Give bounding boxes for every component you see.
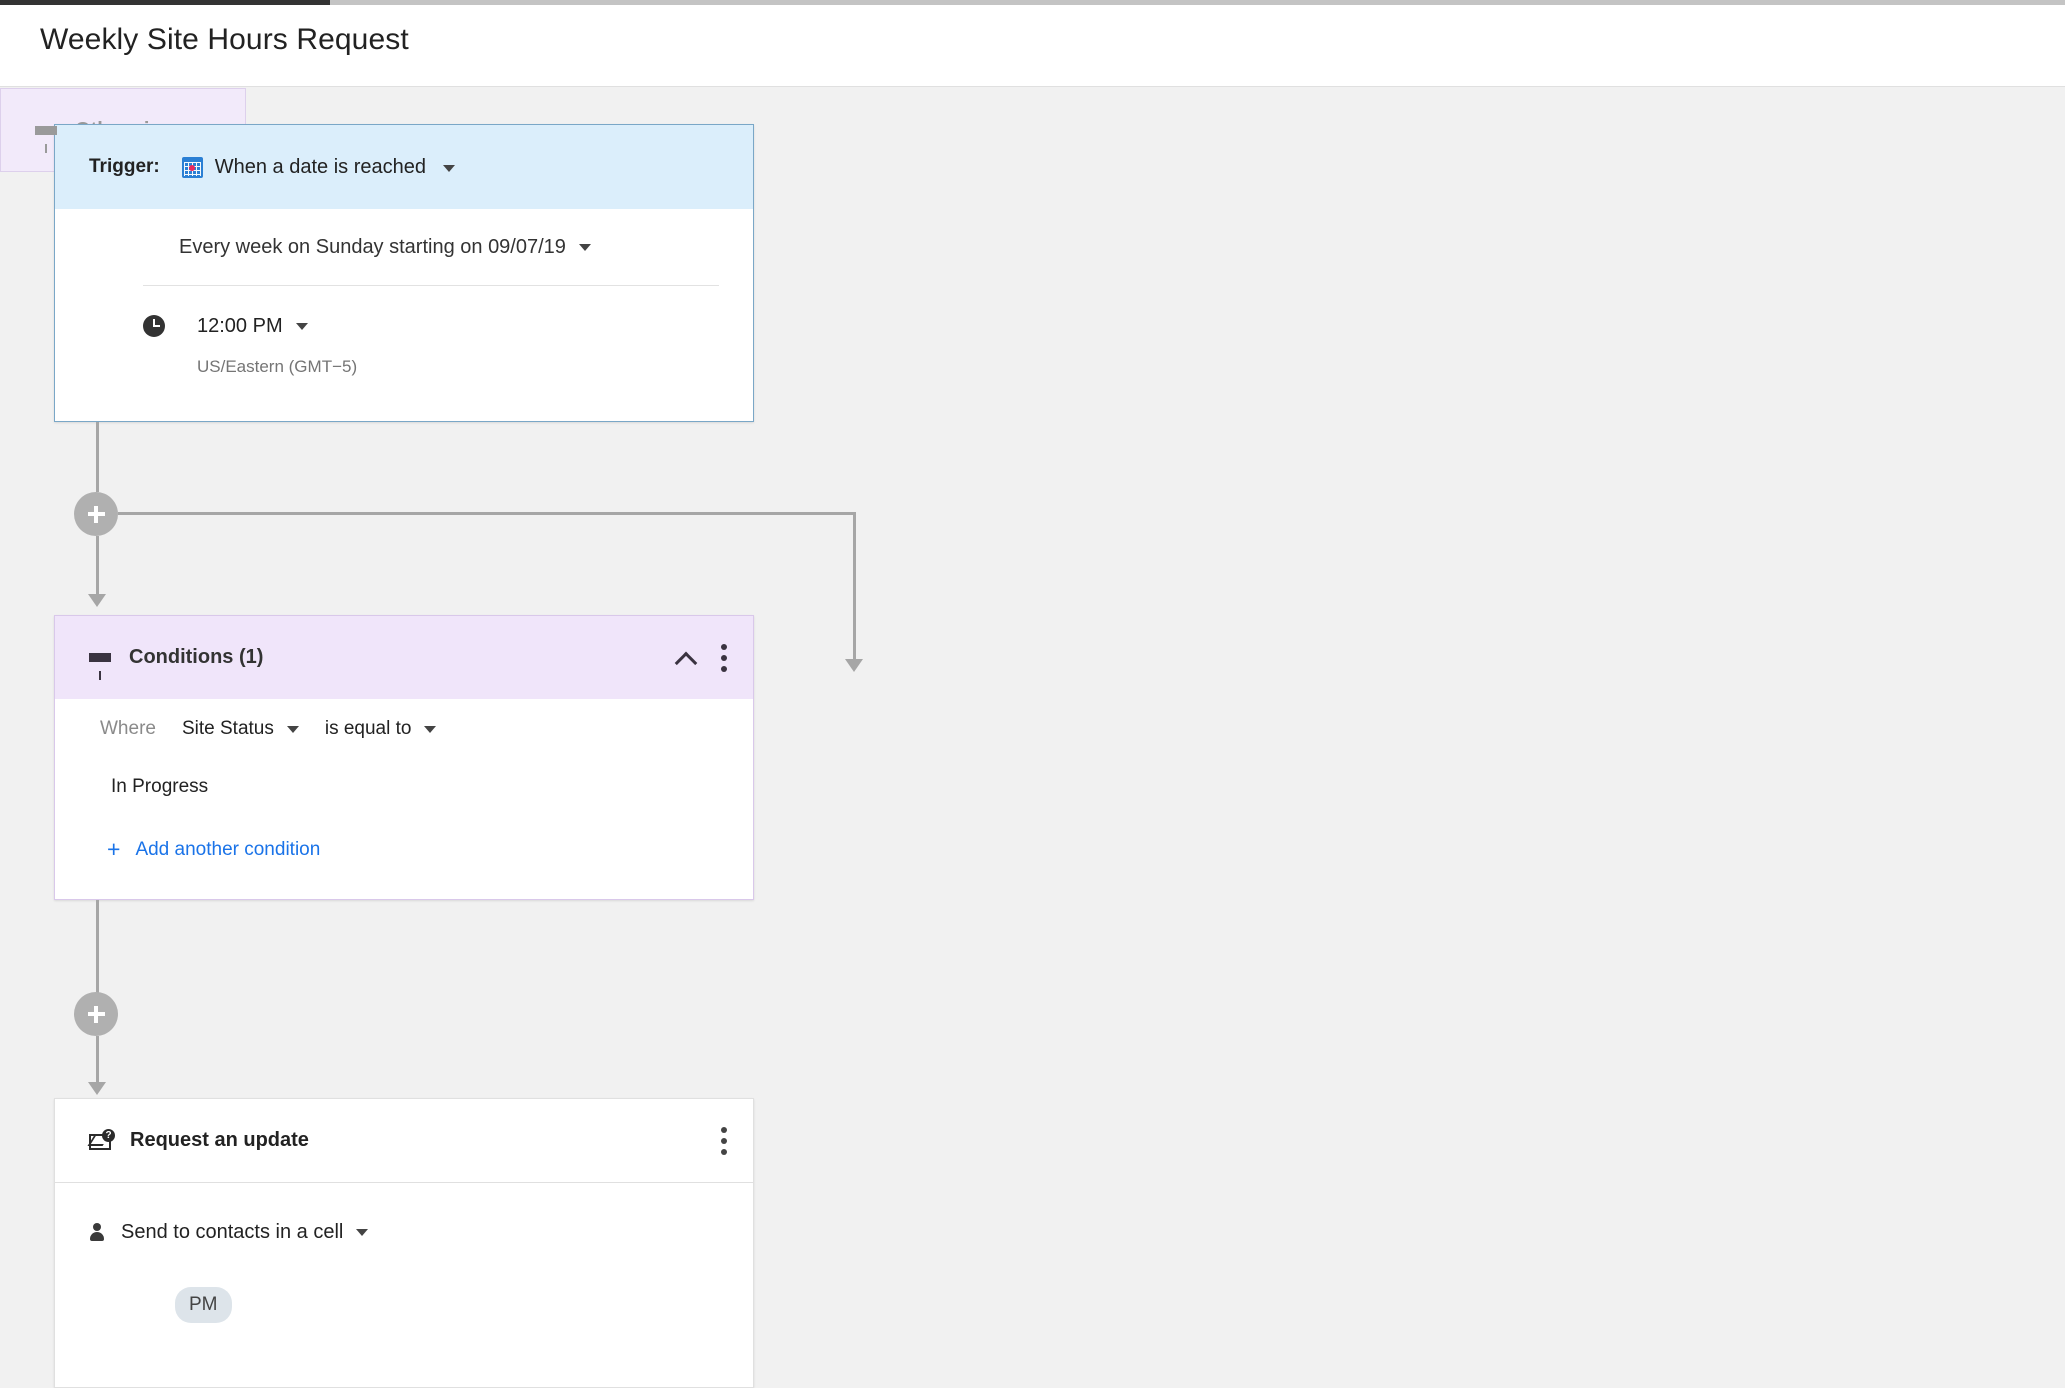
add-another-condition-button[interactable]: + Add another condition — [107, 838, 320, 861]
clock-icon — [143, 315, 165, 337]
trigger-time-dropdown[interactable]: 12:00 PM — [55, 300, 753, 352]
connector-trigger-to-branch — [96, 422, 99, 492]
condition-row: Where Site Status is equal to — [55, 718, 753, 740]
chevron-down-icon — [295, 322, 308, 330]
condition-value[interactable]: In Progress — [111, 776, 208, 798]
request-update-card[interactable]: ? Request an update Send to contacts in … — [54, 1098, 754, 1388]
send-to-value: Send to contacts in a cell — [121, 1221, 344, 1243]
connector-conditions-to-add — [96, 900, 99, 994]
trigger-divider — [143, 285, 719, 286]
funnel-icon — [89, 653, 111, 680]
conditions-card[interactable]: Conditions (1) Where Site Status is equa… — [54, 615, 754, 900]
page-header: Weekly Site Hours Request — [0, 5, 2065, 87]
trigger-card[interactable]: Trigger: When a date is reached Every we… — [54, 124, 754, 422]
person-icon — [89, 1222, 105, 1243]
trigger-time-value: 12:00 PM — [197, 314, 283, 337]
chevron-down-icon — [578, 243, 591, 251]
request-update-header: ? Request an update — [55, 1099, 753, 1183]
condition-field-value: Site Status — [181, 718, 274, 739]
plus-icon — [94, 1005, 98, 1023]
calendar-icon — [181, 156, 203, 178]
request-update-title: Request an update — [130, 1129, 309, 1151]
plus-icon: + — [107, 836, 121, 862]
trigger-schedule-value: Every week on Sunday starting on 09/07/1… — [179, 235, 566, 258]
connector-branch-to-otherwise — [853, 512, 856, 662]
trigger-schedule-dropdown[interactable]: Every week on Sunday starting on 09/07/1… — [55, 209, 753, 285]
plus-icon — [94, 505, 98, 523]
add-another-condition-label: Add another condition — [135, 838, 321, 860]
trigger-label: Trigger: — [89, 156, 160, 177]
arrow-down-icon — [845, 659, 863, 672]
condition-field-dropdown[interactable]: Site Status — [182, 718, 299, 740]
connector-branch-horizontal — [118, 512, 855, 515]
condition-operator-value: is equal to — [324, 718, 412, 739]
condition-where-label: Where — [100, 718, 156, 739]
recipient-chip[interactable]: PM — [175, 1287, 232, 1323]
workflow-canvas: Trigger: When a date is reached Every we… — [0, 88, 2065, 1388]
send-to-dropdown[interactable]: Send to contacts in a cell — [55, 1221, 753, 1244]
chevron-down-icon — [286, 725, 299, 733]
connector-add-to-request — [96, 1036, 99, 1086]
chevron-down-icon — [356, 1229, 369, 1236]
chevron-down-icon — [424, 725, 437, 733]
add-step-button-2[interactable] — [74, 992, 118, 1036]
condition-operator-dropdown[interactable]: is equal to — [325, 718, 437, 740]
conditions-title: Conditions (1) — [129, 646, 264, 668]
trigger-timezone-label: US/Eastern (GMT−5) — [197, 357, 358, 376]
chevron-down-icon — [443, 164, 456, 172]
arrow-down-icon — [88, 1082, 106, 1095]
trigger-card-header: Trigger: When a date is reached — [55, 125, 753, 209]
trigger-type-value: When a date is reached — [214, 155, 426, 178]
page-title: Weekly Site Hours Request — [40, 23, 409, 56]
add-step-button-1[interactable] — [74, 492, 118, 536]
mail-question-icon: ? — [87, 1128, 115, 1151]
kebab-menu-icon[interactable] — [721, 1126, 727, 1155]
trigger-type-dropdown[interactable]: When a date is reached — [215, 156, 456, 179]
chevron-up-icon[interactable] — [676, 648, 695, 667]
kebab-menu-icon[interactable] — [721, 643, 727, 672]
conditions-card-header: Conditions (1) — [55, 616, 753, 699]
arrow-down-icon — [88, 594, 106, 607]
connector-branch-to-conditions — [96, 536, 99, 598]
funnel-icon — [35, 125, 57, 153]
